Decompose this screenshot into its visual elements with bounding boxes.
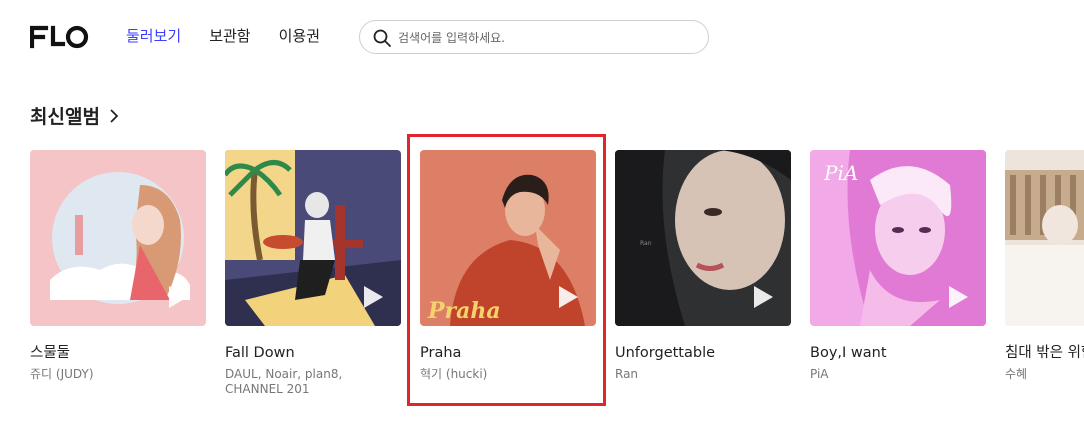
- search-box[interactable]: [359, 20, 709, 54]
- album-artist[interactable]: DAUL, Noair, plan8, CHANNEL 201: [225, 367, 395, 397]
- album-card[interactable]: Ran Unforgettable Ran: [615, 150, 791, 382]
- nav-subscription[interactable]: 이용권: [279, 26, 320, 46]
- album-artist[interactable]: PiA: [810, 367, 986, 382]
- album-cover-text: PiA: [823, 161, 858, 185]
- play-icon[interactable]: [166, 284, 190, 310]
- album-cover-text: Praha: [427, 298, 501, 324]
- album-cover[interactable]: PiA: [810, 150, 986, 326]
- main-nav: 둘러보기 보관함 이용권: [126, 26, 348, 46]
- search-input[interactable]: [398, 27, 688, 49]
- album-cover[interactable]: Ran: [615, 150, 791, 326]
- search-icon[interactable]: [372, 28, 392, 48]
- album-cover[interactable]: [30, 150, 206, 326]
- chevron-right-icon[interactable]: [108, 108, 120, 124]
- album-title[interactable]: 침대 밖은 위험해: [1005, 344, 1084, 362]
- album-card[interactable]: PiA Boy,I want PiA: [810, 150, 986, 382]
- album-cover[interactable]: [225, 150, 401, 326]
- album-title[interactable]: Unforgettable: [615, 344, 791, 362]
- nav-browse[interactable]: 둘러보기: [126, 26, 181, 46]
- play-icon[interactable]: [556, 284, 580, 310]
- album-title[interactable]: Praha: [420, 344, 596, 362]
- album-artist[interactable]: 수혜: [1005, 367, 1084, 382]
- album-artist[interactable]: 혁기 (hucki): [420, 367, 596, 382]
- flo-logo[interactable]: [30, 24, 90, 50]
- nav-library[interactable]: 보관함: [209, 26, 250, 46]
- play-icon[interactable]: [946, 284, 970, 310]
- header: 둘러보기 보관함 이용권: [0, 0, 1084, 75]
- section-latest-albums[interactable]: 최신앨범: [30, 102, 120, 129]
- album-card[interactable]: Fall Down DAUL, Noair, plan8, CHANNEL 20…: [225, 150, 401, 397]
- album-card[interactable]: Praha Praha 혁기 (hucki): [420, 150, 596, 382]
- album-cover[interactable]: [1005, 150, 1084, 326]
- play-icon[interactable]: [751, 284, 775, 310]
- album-title[interactable]: Boy,I want: [810, 344, 986, 362]
- album-cover[interactable]: Praha: [420, 150, 596, 326]
- svg-text:Ran: Ran: [640, 240, 652, 247]
- album-cover-art: [1005, 150, 1084, 326]
- album-title[interactable]: Fall Down: [225, 344, 401, 362]
- album-artist[interactable]: 쥬디 (JUDY): [30, 367, 206, 382]
- play-icon[interactable]: [361, 284, 385, 310]
- album-card[interactable]: 스물둘 쥬디 (JUDY): [30, 150, 206, 382]
- album-artist[interactable]: Ran: [615, 367, 791, 382]
- album-title[interactable]: 스물둘: [30, 344, 206, 362]
- album-card[interactable]: 침대 밖은 위험해 수혜: [1005, 150, 1084, 382]
- section-title[interactable]: 최신앨범: [30, 102, 100, 129]
